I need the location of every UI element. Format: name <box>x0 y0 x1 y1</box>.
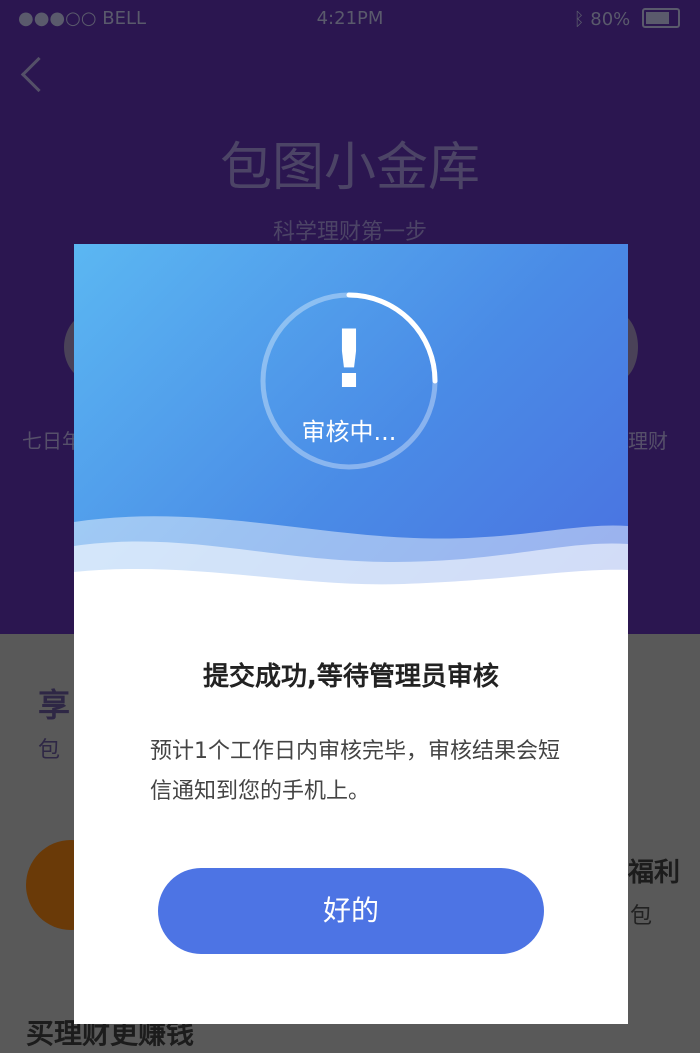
product-label-right: 理财 <box>628 429 668 453</box>
bluetooth-icon: ᛒ <box>573 9 585 30</box>
page-subtitle: 科学理财第一步 <box>272 220 427 245</box>
review-dialog: ! 审核中... 提交成功,等待管理员审核 预计1个工作日内审核完毕，审核结果会… <box>74 244 628 1024</box>
page-title: 包图小金库 <box>219 138 480 198</box>
battery-percent: 80% <box>590 9 631 30</box>
dialog-message: 预计1个工作日内审核完毕，审核结果会短信通知到您的手机上。 <box>150 739 560 804</box>
battery-icon <box>642 8 680 28</box>
section-title: 享 <box>38 686 71 724</box>
dialog-title: 提交成功,等待管理员审核 <box>203 662 499 692</box>
status-bar: ●●●○○ BELL 4:21PM ᛒ 80% <box>0 0 700 40</box>
exclamation-icon: ! <box>330 313 368 406</box>
section-subtitle: 包 <box>38 738 61 763</box>
ok-button[interactable]: 好的 <box>158 868 544 954</box>
packet-label: 包 <box>630 904 653 929</box>
product-label-left: 七日年 <box>22 429 82 453</box>
welfare-label: 福利 <box>628 858 681 888</box>
wave-decoration <box>74 516 628 644</box>
status-right: ᛒ 80% <box>574 8 680 30</box>
review-status-label: 审核中... <box>301 418 397 446</box>
